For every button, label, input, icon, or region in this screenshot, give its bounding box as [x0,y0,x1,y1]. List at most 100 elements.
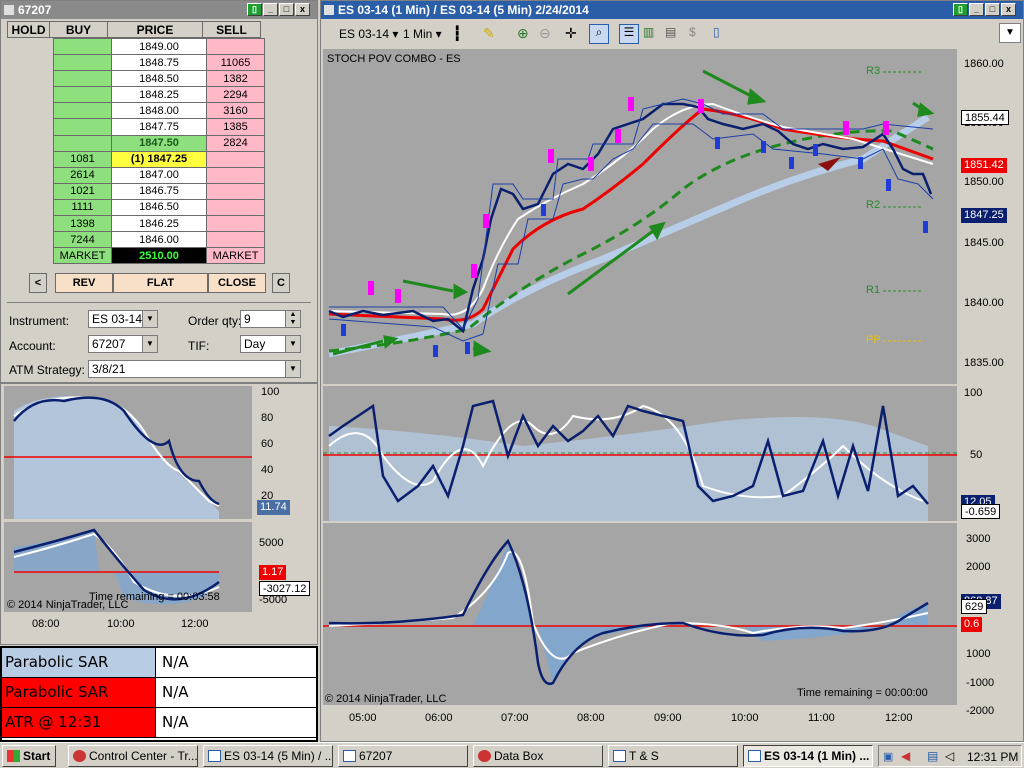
orderqty-stepper[interactable]: 9 ▲ ▼ [240,310,301,328]
instrument-select[interactable]: ES 03-14 ▼ [88,310,158,328]
bar-type-icon[interactable]: ┇ [453,25,469,43]
sell-cell[interactable]: 2824 [206,134,265,152]
sell-cell[interactable]: 2294 [206,86,265,104]
sell-cell[interactable] [206,231,265,249]
minimize-button[interactable]: ▯ [247,3,262,16]
monitor-icon[interactable]: ▤ [927,749,938,763]
ladder-row: 1849.00 [53,37,265,56]
chevron-down-icon[interactable]: ▼ [285,361,300,377]
zoom-out-icon[interactable]: ⊖ [539,25,555,43]
buy-cell[interactable] [53,134,112,152]
speaker-icon[interactable]: ◁ [945,749,954,763]
buy-cell[interactable]: 1021 [53,182,112,200]
taskbar-item-chart-5min[interactable]: ES 03-14 (5 Min) / ... [203,745,333,767]
start-button[interactable]: Start [2,745,56,767]
dom-title: 67207 [18,3,52,17]
atm-select[interactable]: 3/8/21 ▼ [88,360,301,378]
buy-cell[interactable] [53,86,112,104]
minimize-button[interactable]: _ [263,3,278,16]
sell-cell[interactable]: 1385 [206,118,265,136]
time-axis-label: 08:00 [577,712,605,724]
buy-cell[interactable] [53,70,112,88]
hold-header[interactable]: HOLD [7,20,50,39]
restore-button[interactable]: ▯ [953,3,968,16]
stepper-icon[interactable]: ▲ ▼ [285,311,300,327]
chevron-down-icon[interactable]: ▼ [285,336,300,352]
macd-pane: © 2014 NinjaTrader, LLC Time remaining =… [323,523,957,705]
taskbar-item-databox[interactable]: Data Box [473,745,603,767]
chart-window: ES 03-14 (1 Min) / ES 03-14 (5 Min) 2/24… [320,0,1024,742]
chart-copyright: © 2014 NinjaTrader, LLC [325,693,447,705]
sell-cell[interactable] [206,215,265,233]
maximize-button[interactable]: □ [985,3,1000,16]
dollar-icon[interactable]: $ [689,25,705,43]
maximize-button[interactable]: □ [279,3,294,16]
volume-icon[interactable]: ◀ [901,749,910,763]
buy-cell[interactable]: 1398 [53,215,112,233]
sell-cell[interactable]: 3160 [206,102,265,120]
sell-cell[interactable]: 1382 [206,70,265,88]
market-buy-button[interactable]: MARKET [53,247,112,265]
dom-titlebar[interactable]: 67207 ▯ _ □ x [1,1,317,19]
pencil-icon[interactable]: ✎ [483,25,499,43]
instrument-label: Instrument: [9,314,70,328]
reverse-button[interactable]: REV [55,273,113,293]
sell-cell[interactable] [206,150,265,168]
strategies-icon[interactable]: ▤ [665,25,681,43]
macd-axis-label: 1000 [966,648,991,660]
sell-cell[interactable] [206,198,265,217]
price-cell: 1846.00 [111,231,207,249]
flatten-button[interactable]: FLAT [113,273,208,293]
macd-axis-label: -2000 [966,705,995,717]
account-select[interactable]: 67207 ▼ [88,335,158,353]
price-axis-label: 1850.00 [964,176,1004,188]
chevron-down-icon[interactable]: ▼ [142,336,157,352]
taskbar-item-dom[interactable]: 67207 [338,745,468,767]
indicators-icon[interactable]: ▥ [643,25,659,43]
buy-cell[interactable]: 1111 [53,198,112,217]
data-box: Parabolic SAR N/A Parabolic SAR N/A ATR @ 12… [0,646,318,742]
taskbar-item-control-center[interactable]: Control Center - Tr... [68,745,198,767]
chart-menu-button[interactable]: ▼ [999,23,1021,43]
scroll-left-button[interactable]: < [29,273,47,293]
chart-icon [208,750,221,762]
buy-cell[interactable] [53,118,112,136]
minimize-button[interactable]: _ [969,3,984,16]
pivot-r1-label: R1 [866,284,881,296]
price-cell: 1846.25 [111,215,207,233]
close-position-button[interactable]: CLOSE [208,273,266,293]
buy-cell[interactable]: 7244 [53,231,112,249]
buy-cell[interactable] [53,102,112,120]
chart-titlebar[interactable]: ES 03-14 (1 Min) / ES 03-14 (5 Min) 2/24… [321,1,1023,19]
c-button[interactable]: C [272,273,290,293]
network-icon[interactable]: ▣ [883,750,893,763]
clock[interactable]: 12:31 PM [967,750,1018,764]
market-price: 2510.00 [111,247,207,265]
tif-select[interactable]: Day ▼ [240,335,301,353]
mini-macd-tag: -3027.12 [259,581,311,596]
buy-cell[interactable] [53,37,112,56]
sell-cell[interactable]: 11065 [206,54,265,72]
buy-cell[interactable]: 2614 [53,166,112,184]
market-sell-button[interactable]: MARKET [206,247,265,265]
zoom-in-icon[interactable]: ⊕ [517,25,533,43]
crosshair-icon[interactable]: ✛ [565,25,581,43]
close-button[interactable]: x [295,3,310,16]
chevron-down-icon[interactable]: ▼ [142,311,157,327]
buy-cell[interactable] [53,54,112,72]
taskbar-item-chart-1min[interactable]: ES 03-14 (1 Min) ... [743,745,873,767]
data-series-icon[interactable]: ▯ [713,25,729,43]
close-button[interactable]: x [1001,3,1016,16]
instrument-dropdown[interactable]: ES 03-14 ▾ [339,27,398,41]
interval-dropdown[interactable]: 1 Min ▾ [403,27,442,41]
mini-axis-label: 40 [261,464,274,476]
sell-cell[interactable] [206,182,265,200]
buy-cell[interactable]: 1081 [53,150,112,168]
taskbar-item-time-sales[interactable]: T & S [608,745,738,767]
indicator-label: STOCH POV COMBO - ES [327,53,461,65]
properties-icon[interactable]: ☰ [619,24,639,44]
atm-label: ATM Strategy: [9,363,85,377]
sell-cell[interactable] [206,37,265,56]
search-icon[interactable]: ⌕ [589,24,609,44]
sell-cell[interactable] [206,166,265,184]
